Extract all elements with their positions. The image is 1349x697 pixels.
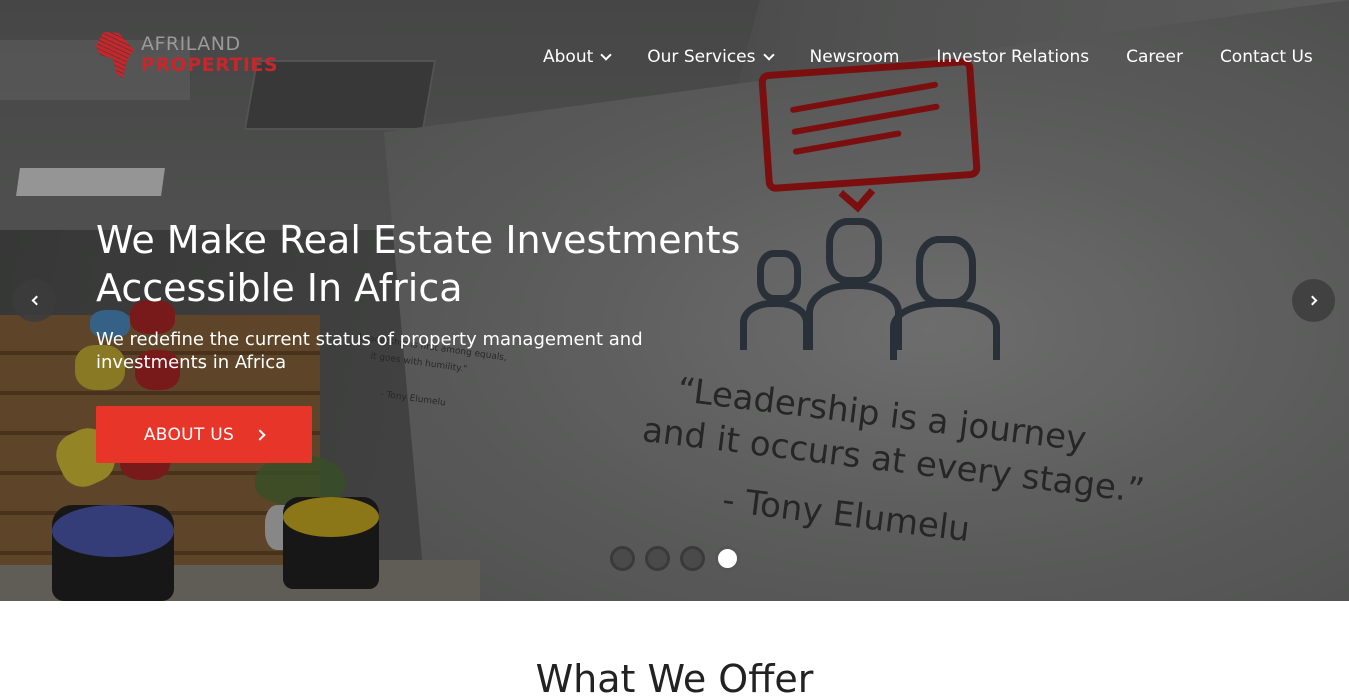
slider-dots — [610, 546, 750, 571]
slider-dot-4[interactable] — [715, 546, 740, 571]
nav-item-label: Investor Relations — [936, 47, 1090, 67]
africa-map-stripes — [96, 32, 134, 78]
hero-subline-line2: investments in Africa — [96, 352, 287, 373]
about-us-button-label: ABOUT US — [143, 424, 235, 445]
hero-subline-line1: We redefine the current status of proper… — [96, 329, 643, 350]
nav-item-label: Contact Us — [1219, 47, 1313, 67]
hero-headline-line1: We Make Real Estate Investments — [96, 218, 741, 262]
brand-logo[interactable]: AFRILAND PROPERTIES — [96, 32, 278, 80]
chevron-right-icon — [1307, 295, 1317, 306]
africa-map-icon — [96, 32, 134, 78]
hero-headline-line2: Accessible In Africa — [96, 266, 463, 310]
hero-headline: We Make Real Estate Investments Accessib… — [96, 216, 816, 312]
about-us-button[interactable]: ABOUT US — [96, 406, 312, 463]
brand-name-bottom: PROPERTIES — [141, 54, 279, 76]
slider-prev-button[interactable] — [13, 279, 56, 322]
chevron-left-icon — [31, 295, 41, 306]
chevron-right-icon — [254, 428, 266, 441]
slider-dot-3[interactable] — [680, 546, 705, 571]
hero-subline: We redefine the current status of proper… — [96, 328, 696, 374]
nav-item-label: Newsroom — [809, 47, 900, 67]
main-nav: About Our Services Newsroom Investor Rel… — [543, 47, 1313, 67]
nav-item-contact-us[interactable]: Contact Us — [1220, 47, 1313, 67]
brand-name-top: AFRILAND — [141, 33, 241, 55]
nav-item-career[interactable]: Career — [1126, 47, 1183, 67]
nav-item-about[interactable]: About — [543, 47, 612, 67]
nav-item-investor-relations[interactable]: Investor Relations — [936, 47, 1089, 67]
slider-next-button[interactable] — [1292, 279, 1335, 322]
chevron-down-icon — [762, 49, 775, 61]
section-title: What We Offer — [535, 657, 814, 697]
slider-dot-2[interactable] — [645, 546, 670, 571]
nav-item-label: About — [543, 47, 594, 67]
nav-item-label: Our Services — [647, 47, 756, 67]
nav-item-our-services[interactable]: Our Services — [647, 47, 775, 67]
hero-slider: “Leadership is a journey and it occurs a… — [0, 0, 1349, 601]
nav-item-newsroom[interactable]: Newsroom — [810, 47, 900, 67]
slider-dot-1[interactable] — [610, 546, 635, 571]
chevron-down-icon — [600, 49, 612, 61]
nav-item-label: Career — [1126, 47, 1183, 67]
